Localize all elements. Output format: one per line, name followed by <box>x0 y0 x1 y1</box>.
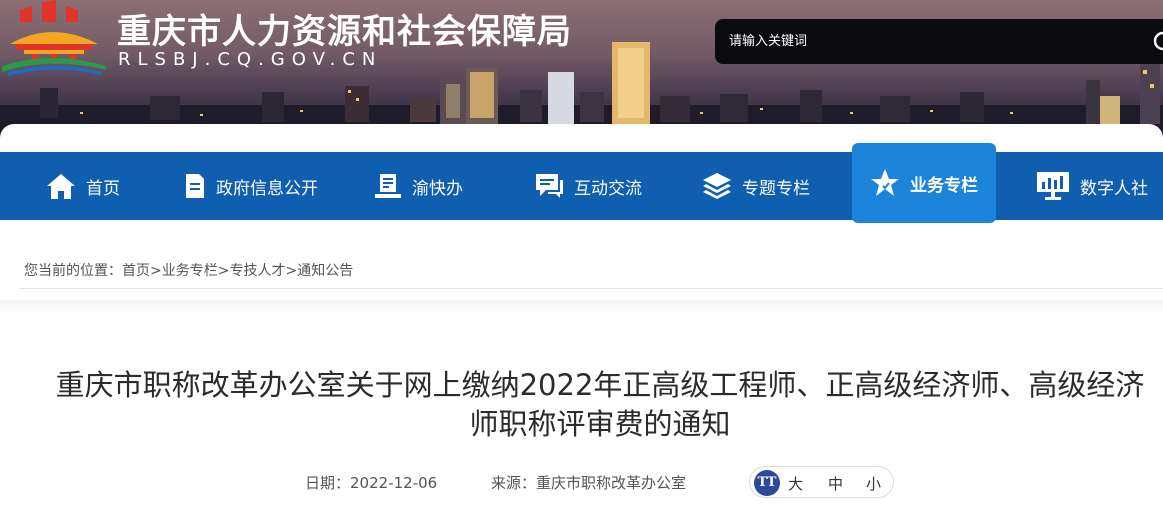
font-size-switcher: TT 大 中 小 <box>749 466 894 498</box>
article-title-line: 重庆市职称改革办公室关于网上缴纳2022年正高级工程师、正高级经济师、高级经济 <box>55 368 1145 402</box>
layers-icon <box>703 173 731 199</box>
search-box <box>715 19 1163 64</box>
nav-label: 数字人社 <box>1080 178 1148 199</box>
article-title-line: 师职称评审费的通知 <box>469 407 731 441</box>
document-icon <box>186 174 204 198</box>
breadcrumb-separator: > <box>285 263 298 279</box>
breadcrumb-prefix: 您当前的位置： <box>24 263 122 279</box>
font-size-medium-button[interactable]: 中 <box>828 473 843 494</box>
article-date: 日期：2022-12-06 <box>305 472 437 493</box>
search-input[interactable] <box>729 19 1129 64</box>
nav-item-gov-info[interactable]: 政府信息公开 <box>184 152 318 220</box>
source-value: 重庆市职称改革办公室 <box>536 474 687 492</box>
main-nav: 首页 政府信息公开 渝快办 互动交流 专题专栏 业务专栏 数字人社 <box>0 143 1163 223</box>
nav-label: 渝快办 <box>412 178 463 199</box>
nav-item-business[interactable]: 业务专栏 <box>852 143 996 223</box>
home-icon <box>47 174 75 199</box>
font-size-icon: TT <box>754 470 780 496</box>
date-value: 2022-12-06 <box>350 474 438 492</box>
nav-item-digital-hr[interactable]: 数字人社 <box>1036 152 1148 220</box>
nav-label: 互动交流 <box>574 178 642 199</box>
nav-item-home[interactable]: 首页 <box>46 152 120 220</box>
nav-item-special-topics[interactable]: 专题专栏 <box>702 152 810 220</box>
breadcrumb-business[interactable]: 业务专栏 <box>162 263 218 279</box>
site-domain: RLSBJ.CQ.GOV.CN <box>118 49 383 70</box>
nav-label: 专题专栏 <box>742 178 810 199</box>
date-label: 日期： <box>305 474 351 492</box>
nav-label: 政府信息公开 <box>216 178 318 199</box>
chat-icon <box>536 174 563 198</box>
search-icon[interactable] <box>1151 29 1163 55</box>
nav-label: 首页 <box>86 178 120 199</box>
breadcrumb-separator: > <box>150 263 162 279</box>
site-logo <box>2 0 106 76</box>
monitor-chart-icon <box>1037 172 1069 200</box>
breadcrumb: 您当前的位置：首页>业务专栏>专技人才>通知公告 <box>20 253 1163 289</box>
site-title: 重庆市人力资源和社会保障局 <box>117 12 572 52</box>
breadcrumb-notices[interactable]: 通知公告 <box>297 263 353 279</box>
article-title: 重庆市职称改革办公室关于网上缴纳2022年正高级工程师、正高级经济师、高级经济 … <box>20 366 1163 444</box>
breadcrumb-professional-talent[interactable]: 专技人才 <box>229 263 285 279</box>
font-size-large-button[interactable]: 大 <box>788 473 803 494</box>
source-label: 来源： <box>491 474 537 492</box>
book-icon <box>375 174 401 198</box>
nav-item-yukuaiban[interactable]: 渝快办 <box>374 152 463 220</box>
nav-label: 业务专栏 <box>910 175 978 196</box>
article-source: 来源：重庆市职称改革办公室 <box>491 472 686 493</box>
breadcrumb-separator: > <box>217 263 230 279</box>
star-icon <box>871 169 899 196</box>
font-size-small-button[interactable]: 小 <box>866 473 881 494</box>
header-banner: 重庆市人力资源和社会保障局 RLSBJ.CQ.GOV.CN <box>0 0 1163 152</box>
section-divider <box>0 300 1163 314</box>
breadcrumb-home[interactable]: 首页 <box>122 263 150 279</box>
nav-item-interaction[interactable]: 互动交流 <box>534 152 642 220</box>
